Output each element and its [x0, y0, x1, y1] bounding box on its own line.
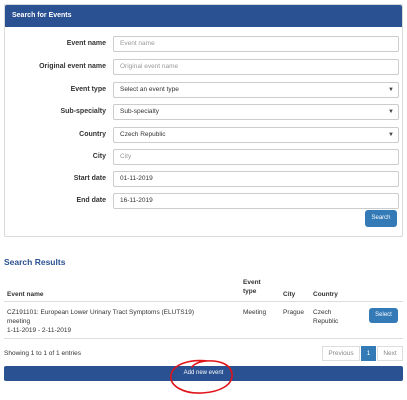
pagination-previous[interactable]: Previous	[322, 346, 360, 361]
row-event-type: Meeting	[243, 309, 267, 316]
sub-specialty-row: Sub-specialty Sub-specialty ▼	[5, 104, 402, 120]
end-date-label: End date	[76, 197, 106, 204]
search-panel: Search for Events Event name Event name …	[4, 4, 403, 237]
country-value: Czech Republic	[120, 131, 166, 138]
event-name-input[interactable]: Event name	[113, 36, 399, 52]
chevron-down-icon: ▼	[388, 132, 394, 138]
start-date-input[interactable]: 01-11-2019	[113, 171, 399, 187]
chevron-down-icon: ▼	[388, 109, 394, 115]
red-circle-annotation	[170, 359, 233, 394]
th-event-type-line2: type	[243, 288, 257, 295]
end-date-row: End date 16-11-2019	[5, 193, 402, 209]
row-event-dates: 1-11-2019 - 2-11-2019	[7, 327, 72, 334]
event-type-value: Select an event type	[120, 86, 179, 93]
pagination-page-1[interactable]: 1	[361, 346, 376, 361]
row-event-name-line2: meeting	[7, 318, 31, 325]
table-header-divider	[4, 301, 403, 302]
country-row: Country Czech Republic ▼	[5, 127, 402, 143]
th-event-name: Event name	[7, 291, 44, 298]
country-select[interactable]: Czech Republic ▼	[113, 127, 399, 143]
entries-info: Showing 1 to 1 of 1 entries	[4, 350, 81, 357]
city-input[interactable]: City	[113, 149, 399, 165]
row-city: Prague	[283, 309, 304, 316]
city-row: City City	[5, 149, 402, 165]
start-date-row: Start date 01-11-2019	[5, 171, 402, 187]
search-button[interactable]: Search	[365, 210, 397, 227]
start-date-label: Start date	[73, 175, 106, 182]
th-event-type-line1: Event	[243, 279, 261, 286]
country-label: Country	[79, 131, 106, 138]
event-type-label: Event type	[70, 86, 106, 93]
original-event-name-row: Original event name Original event name	[5, 59, 402, 75]
event-name-row: Event name Event name	[5, 36, 402, 52]
sub-specialty-label: Sub-specialty	[60, 108, 106, 115]
pagination-next[interactable]: Next	[377, 346, 403, 361]
row-event-name-line1: CZ191101: European Lower Urinary Tract S…	[7, 309, 195, 316]
end-date-input[interactable]: 16-11-2019	[113, 193, 399, 209]
table-row-divider	[4, 338, 403, 339]
search-results-title: Search Results	[4, 257, 66, 267]
original-event-name-label: Original event name	[39, 63, 106, 70]
row-country-line2: Republic	[313, 318, 339, 325]
event-type-row: Event type Select an event type ▼	[5, 82, 402, 98]
chevron-down-icon: ▼	[388, 87, 394, 93]
sub-specialty-value: Sub-specialty	[120, 108, 160, 115]
row-country-line1: Czech	[313, 309, 332, 316]
city-label: City	[92, 153, 106, 160]
th-country: Country	[313, 291, 338, 298]
search-panel-title: Search for Events	[5, 5, 402, 27]
th-city: City	[283, 291, 296, 298]
sub-specialty-select[interactable]: Sub-specialty ▼	[113, 104, 399, 120]
event-type-select[interactable]: Select an event type ▼	[113, 82, 399, 98]
original-event-name-input[interactable]: Original event name	[113, 59, 399, 75]
select-button[interactable]: Select	[369, 308, 398, 323]
event-name-label: Event name	[66, 40, 106, 47]
